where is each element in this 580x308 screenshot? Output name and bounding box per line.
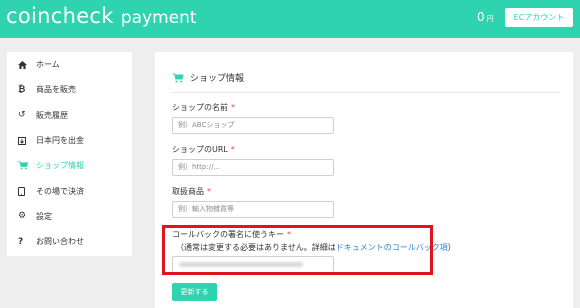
top-bar: coincheck payment 0円 ECアカウント <box>0 0 580 38</box>
gear-icon: ⚙ <box>18 211 27 222</box>
sidebar-item-label: ショップ情報 <box>36 161 84 171</box>
sidebar-item-contact[interactable]: ? お問い合わせ <box>7 229 132 254</box>
update-button[interactable]: 更新する <box>172 283 217 301</box>
sidebar-item-history[interactable]: ↺ 販売履歴 <box>7 103 132 128</box>
sidebar-item-settings[interactable]: ⚙ 設定 <box>7 204 132 229</box>
sidebar-item-label: ホーム <box>36 60 60 70</box>
brand-name: coincheck <box>6 4 114 28</box>
required-marker: * <box>207 187 211 196</box>
hint-suffix: ） <box>447 243 456 252</box>
sidebar: ホーム ₿ 商品を販売 ↺ 販売履歴 日本円を出金 ショップ情報 その場で決済 … <box>7 52 132 256</box>
sidebar-item-label: 販売履歴 <box>36 110 68 120</box>
highlight-box <box>162 225 433 275</box>
balance-display: 0円 <box>477 10 494 24</box>
shop-name-label-text: ショップの名前 <box>172 103 228 112</box>
home-icon <box>18 60 30 69</box>
balance-value: 0 <box>477 10 485 24</box>
sidebar-item-shop-info[interactable]: ショップ情報 <box>7 153 132 178</box>
cart-icon <box>18 161 30 170</box>
brand-subtitle: payment <box>120 8 197 28</box>
section-title-text: ショップ情報 <box>190 74 245 84</box>
sidebar-item-pay-onsite[interactable]: その場で決済 <box>7 178 132 203</box>
sidebar-item-label: その場で決済 <box>36 186 84 196</box>
required-marker: * <box>230 145 235 154</box>
sidebar-item-withdraw[interactable]: 日本円を出金 <box>7 128 132 153</box>
sidebar-item-label: 設定 <box>36 211 52 221</box>
shop-url-input[interactable]: 例）http://... <box>172 159 334 176</box>
shop-name-label: ショップの名前 * <box>172 102 235 113</box>
section-title: ショップ情報 <box>172 71 244 84</box>
ec-account-button[interactable]: ECアカウント <box>505 8 573 27</box>
withdraw-icon <box>18 136 30 145</box>
sidebar-item-home[interactable]: ホーム <box>7 52 132 77</box>
brand-logo[interactable]: coincheck payment <box>6 4 197 28</box>
shop-url-label: ショップのURL * <box>172 144 235 155</box>
sidebar-item-sell[interactable]: ₿ 商品を販売 <box>7 77 132 102</box>
products-input[interactable]: 例）輸入物雑貨等 <box>172 201 334 218</box>
bitcoin-icon: ₿ <box>18 85 26 96</box>
products-label: 取扱商品 * <box>172 186 211 197</box>
sidebar-item-label: お問い合わせ <box>36 237 84 247</box>
question-icon: ? <box>18 236 24 247</box>
required-marker: * <box>231 103 235 112</box>
products-label-text: 取扱商品 <box>172 187 204 196</box>
balance-unit: 円 <box>486 15 494 23</box>
history-icon: ↺ <box>18 110 26 121</box>
sidebar-item-label: 商品を販売 <box>36 85 76 95</box>
section-divider <box>172 92 560 93</box>
cart-icon <box>172 72 184 83</box>
shop-name-input[interactable]: 例）ABCショップ <box>172 117 334 134</box>
tablet-icon <box>18 186 30 196</box>
shop-url-label-text: ショップのURL <box>172 145 228 154</box>
sidebar-item-label: 日本円を出金 <box>36 136 84 146</box>
